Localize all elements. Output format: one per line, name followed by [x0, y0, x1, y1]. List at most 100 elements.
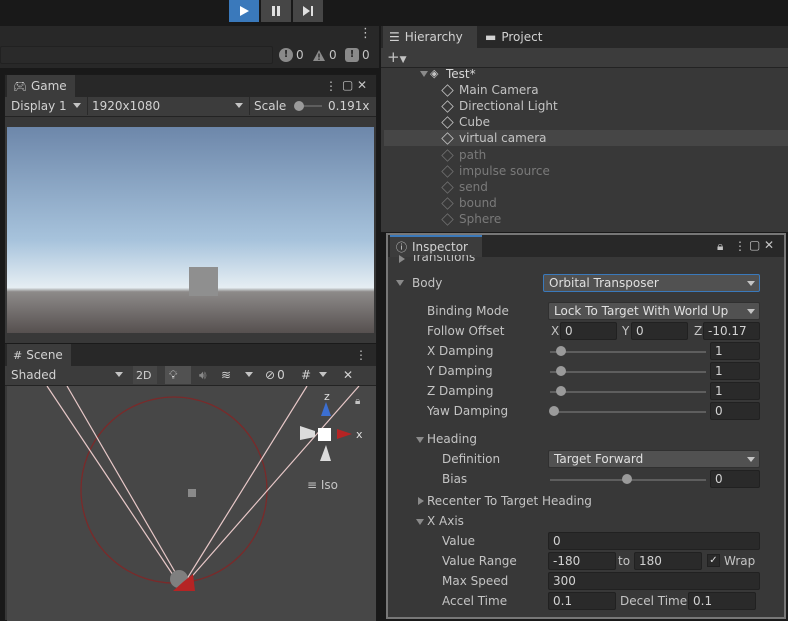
tab-inspector[interactable]: ⓘ Inspector: [390, 235, 482, 257]
range-min-field[interactable]: -180: [548, 552, 616, 570]
projection-toggle[interactable]: ≡ Iso: [307, 478, 338, 492]
step-button[interactable]: [293, 0, 323, 22]
info-circle-icon: ⓘ: [396, 241, 407, 254]
bias-knob[interactable]: [622, 474, 632, 484]
z-damping-knob[interactable]: [556, 386, 566, 396]
lock-icon[interactable]: 🔒︎: [355, 396, 360, 407]
hierarchy-item-send[interactable]: send: [384, 179, 788, 195]
chevron-down-icon[interactable]: [416, 437, 424, 443]
scale-knob[interactable]: [294, 101, 304, 111]
tools-button[interactable]: ✕: [339, 366, 359, 384]
binding-mode-dropdown[interactable]: Lock To Target With World Up: [548, 302, 760, 320]
hierarchy-item-bound[interactable]: bound: [384, 195, 788, 211]
tab-hierarchy-label: Hierarchy: [404, 30, 463, 44]
tab-hierarchy[interactable]: ☰ Hierarchy: [383, 26, 477, 48]
hierarchy-item-path[interactable]: path: [384, 147, 788, 163]
2d-toggle[interactable]: 2D: [133, 366, 157, 384]
info-count-toggle[interactable]: ! 0: [345, 46, 370, 64]
offset-z-field[interactable]: -10.17: [703, 322, 760, 340]
heading-foldout[interactable]: Heading: [427, 432, 477, 446]
recenter-foldout[interactable]: Recenter To Target Heading: [427, 494, 592, 508]
warning-count-toggle[interactable]: 0: [312, 46, 337, 64]
x-damping-slider[interactable]: [550, 351, 706, 353]
camera-gizmo: [170, 570, 195, 591]
add-label: +: [387, 48, 400, 66]
definition-dropdown[interactable]: Target Forward: [548, 450, 760, 468]
offset-y-field[interactable]: 0: [631, 322, 688, 340]
value-range-label: Value Range: [442, 554, 517, 568]
x-axis-foldout[interactable]: X Axis: [427, 514, 464, 528]
gizmo-x-label: x: [356, 428, 363, 441]
tab-project[interactable]: ▬ Project: [479, 26, 551, 48]
decel-time-field[interactable]: 0.1: [688, 592, 756, 610]
lighting-toggle[interactable]: 💡︎: [165, 366, 191, 384]
chevron-down-icon[interactable]: [420, 71, 428, 77]
wrap-checkbox[interactable]: ✓: [707, 554, 720, 567]
x-damping-knob[interactable]: [556, 346, 566, 356]
chevron-down-icon[interactable]: [416, 519, 424, 525]
maximize-icon[interactable]: ▢: [749, 238, 760, 252]
z-damping-slider[interactable]: [550, 391, 706, 393]
scene-view[interactable]: z x 🔒︎ ≡ Iso: [7, 386, 376, 621]
close-icon[interactable]: ✕: [357, 78, 367, 92]
console-search-input[interactable]: [0, 46, 273, 64]
offset-x-field[interactable]: 0: [560, 322, 617, 340]
scale-slider[interactable]: Scale 0.191x: [249, 97, 369, 115]
chevron-right-icon[interactable]: [399, 255, 405, 263]
offset-x-label[interactable]: X: [551, 324, 559, 338]
tab-scene[interactable]: # Scene: [7, 344, 71, 366]
y-damping-field[interactable]: 1: [710, 362, 760, 380]
more-options-icon[interactable]: ⋮: [355, 348, 367, 362]
yaw-damping-slider[interactable]: [550, 411, 706, 413]
close-icon[interactable]: ✕: [764, 238, 774, 252]
hierarchy-item-directional-light[interactable]: Directional Light: [384, 98, 788, 114]
pause-button[interactable]: [261, 0, 291, 22]
more-options-icon[interactable]: ⋮: [359, 26, 372, 42]
max-speed-field[interactable]: 300: [548, 572, 760, 590]
yaw-damping-knob[interactable]: [549, 406, 559, 416]
z-damping-field[interactable]: 1: [710, 382, 760, 400]
binding-mode-value: Lock To Target With World Up: [554, 304, 729, 318]
maximize-icon[interactable]: ▢: [342, 78, 353, 92]
y-damping-slider[interactable]: [550, 371, 706, 373]
hierarchy-item-impulse-source[interactable]: impulse source: [384, 163, 788, 179]
bias-field[interactable]: 0: [710, 470, 760, 488]
x-damping-label: X Damping: [427, 344, 494, 358]
hierarchy-item-virtual-camera[interactable]: virtual camera: [384, 130, 788, 146]
error-count-toggle[interactable]: ! 0: [279, 46, 304, 64]
more-options-icon[interactable]: ⋮: [734, 239, 746, 253]
hierarchy-item-cube[interactable]: Cube: [384, 114, 788, 130]
scene-tabbar: # Scene ⋮: [5, 344, 376, 366]
offset-z-label[interactable]: Z: [694, 324, 702, 338]
hierarchy-item-main-camera[interactable]: Main Camera: [384, 82, 788, 98]
x-damping-field[interactable]: 1: [710, 342, 760, 360]
tab-game[interactable]: 🎮︎ Game: [7, 75, 75, 97]
lock-icon[interactable]: 🔒︎: [717, 239, 723, 253]
yaw-damping-field[interactable]: 0: [710, 402, 760, 420]
shading-dropdown[interactable]: Shaded: [7, 366, 127, 384]
hierarchy-item-sphere[interactable]: Sphere: [384, 211, 788, 227]
decel-time-label: Decel Time: [620, 594, 688, 608]
orientation-gizmo[interactable]: [300, 402, 352, 461]
accel-time-field[interactable]: 0.1: [548, 592, 616, 610]
effects-caret[interactable]: [241, 366, 255, 384]
resolution-dropdown[interactable]: 1920x1080: [87, 97, 247, 115]
transitions-foldout[interactable]: Transitions: [411, 255, 475, 264]
value-field[interactable]: 0: [548, 532, 760, 550]
hidden-objects-toggle[interactable]: ⊘ 0: [261, 366, 291, 384]
grid-dropdown[interactable]: #: [297, 366, 331, 384]
offset-y-label[interactable]: Y: [622, 324, 629, 338]
chevron-right-icon[interactable]: [418, 497, 424, 505]
body-dropdown[interactable]: Orbital Transposer: [543, 274, 760, 292]
scene-root-row[interactable]: ◈ Test*: [384, 66, 788, 82]
more-options-icon[interactable]: ⋮: [325, 79, 337, 93]
console-strip: ⋮ ! 0 0 ! 0: [0, 26, 379, 68]
y-damping-knob[interactable]: [556, 366, 566, 376]
chevron-down-icon[interactable]: [396, 280, 404, 286]
range-max-field[interactable]: 180: [634, 552, 702, 570]
resolution-value: 1920x1080: [92, 99, 161, 113]
audio-toggle[interactable]: 🔊︎: [195, 366, 215, 384]
display-dropdown[interactable]: Display 1: [7, 97, 85, 115]
game-view[interactable]: [7, 127, 374, 333]
play-button[interactable]: [229, 0, 259, 22]
